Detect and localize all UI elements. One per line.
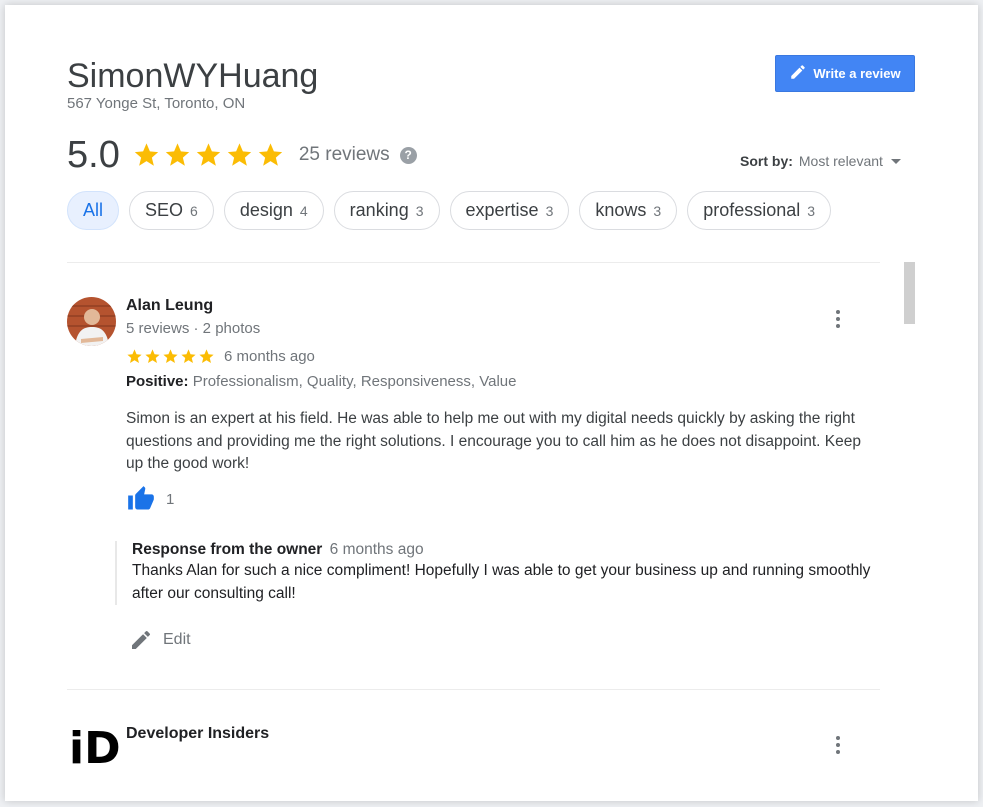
reviewer-name[interactable]: Developer Insiders [126,725,269,743]
star-icon [258,143,282,166]
filter-chip-label: SEO [145,200,184,220]
star-icon [196,143,220,166]
owner-response-title: Response from the owner [132,541,323,558]
scrollbar-thumb[interactable] [904,262,915,324]
filter-chip-knows[interactable]: knows 3 [579,191,678,230]
review-count: 25 reviews [298,144,390,165]
owner-response-text: Thanks Alan for such a nice compliment! … [132,562,871,602]
divider [67,689,880,690]
review-time: 6 months ago [224,348,315,365]
star-icon [227,143,251,166]
like-count: 1 [166,490,175,508]
star-icon [145,349,160,364]
filter-chip-count: 3 [653,202,662,219]
chevron-down-icon [890,158,901,164]
sort-value: Most relevant [798,153,883,169]
write-review-label: Write a review [813,66,901,81]
more-options-icon[interactable] [826,307,850,331]
star-icon [134,143,158,166]
business-address: 567 Yonge St, Toronto, ON [67,95,246,112]
star-icon [181,349,196,364]
filter-chip-seo[interactable]: SEO 6 [129,191,214,230]
write-review-button[interactable]: Write a review [775,55,915,92]
avatar[interactable]: iD [69,725,121,773]
star-icon [163,349,178,364]
sort-label: Sort by: [740,153,793,169]
more-options-icon[interactable] [826,733,850,757]
filter-chip-label: expertise [465,200,539,220]
review-text: Simon is an expert at his field. He was … [126,410,861,472]
filter-chip-count: 3 [807,202,816,219]
filter-chip-label: professional [703,200,801,220]
star-icon [127,349,142,364]
filter-chip-label: ranking [349,200,409,220]
filter-chip-label: All [83,200,104,220]
star-icon [165,143,189,166]
business-name: SimonWYHuang [67,57,319,95]
review-stars [126,348,215,365]
owner-response: Response from the owner 6 months ago Tha… [115,541,875,605]
avatar[interactable] [67,297,116,346]
reviews-dialog: SimonWYHuang 567 Yonge St, Toronto, ON W… [5,5,978,801]
filter-chip-count: 3 [415,202,424,219]
average-rating: 5.0 [67,133,120,176]
filter-chip-count: 6 [190,202,198,219]
rating-stars [132,141,285,169]
filter-chip-design[interactable]: design 4 [223,191,324,230]
edit-response-button[interactable]: Edit [129,628,191,652]
edit-label: Edit [163,631,191,648]
reviewer-name[interactable]: Alan Leung [126,297,213,315]
owner-response-time: 6 months ago [329,541,424,558]
thumbs-up-icon [128,486,154,510]
filter-chip-label: design [239,200,293,220]
attributes-value: Professionalism, Quality, Responsiveness… [192,373,517,390]
attributes-label: Positive: [126,373,189,390]
pencil-icon [789,63,807,84]
filter-chip-all[interactable]: All [67,191,120,230]
like-button[interactable]: 1 [126,485,174,513]
filter-chip-count: 4 [299,202,308,219]
divider [67,262,880,263]
rating-summary: 5.0 25 reviews ? [67,133,417,177]
owner-response-header: Response from the owner 6 months ago [132,541,875,559]
filter-chip-expertise[interactable]: expertise 3 [449,191,570,230]
star-icon [199,349,214,364]
pencil-icon [132,630,151,649]
review-attributes: Positive: Professionalism, Quality, Resp… [126,373,516,390]
review-rating: 6 months ago [126,348,315,365]
filter-chip-label: knows [595,200,647,220]
help-icon[interactable]: ? [399,146,417,164]
filter-chip-count: 3 [545,202,554,219]
sort-dropdown[interactable]: Sort by: Most relevant [740,153,901,169]
reviewer-meta: 5 reviews · 2 photos [126,320,261,337]
filter-chip-professional[interactable]: professional 3 [687,191,832,230]
filter-chip-ranking[interactable]: ranking 3 [333,191,440,230]
topic-filters: All SEO 6 design 4 ranking 3 expertise 3… [67,191,832,230]
